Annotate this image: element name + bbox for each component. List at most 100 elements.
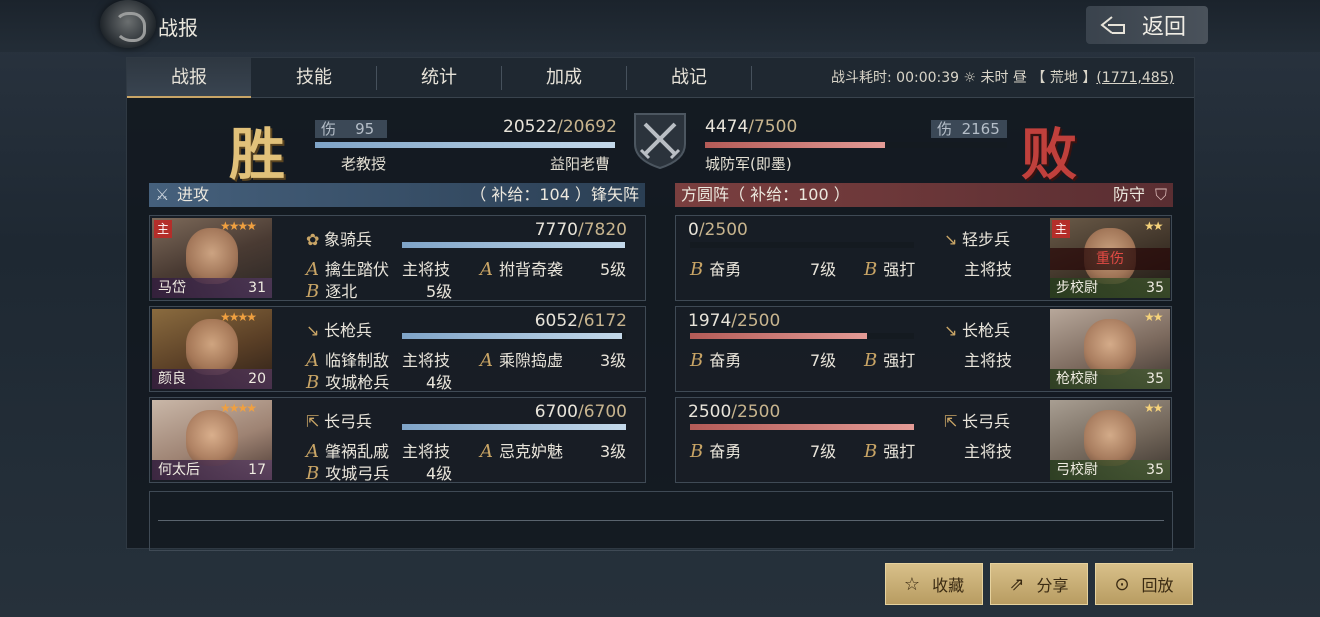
skill-row[interactable]: B 奋勇 [690, 438, 741, 462]
defender-unit-card[interactable]: 1974/2500 ↘ 长枪兵 B 奋勇 7级 B 强打 主将技 ★★ 枪校尉 35 [675, 306, 1172, 392]
favorite-button[interactable]: ☆ 收藏 [885, 563, 983, 605]
attacker-header: ⚔ 进攻 （ 补给：104 ）锋矢阵 [149, 183, 645, 207]
troop-type-label: 轻步兵 [962, 230, 1011, 249]
skill-name: 强打 [883, 442, 916, 461]
skill-grade: B [864, 350, 878, 371]
tab-stats[interactable]: 统计 [377, 58, 501, 98]
general-level: 35 [1146, 462, 1164, 478]
replay-button[interactable]: ⊙ 回放 [1095, 563, 1193, 605]
skill-grade: B [864, 441, 878, 462]
defender-damage: 伤 2165 [931, 120, 1007, 138]
battle-log[interactable] [149, 491, 1173, 551]
defender-unit-card[interactable]: 0/2500 ↘ 轻步兵 B 奋勇 7级 B 强打 主将技 主 ★★ 重伤 步校尉 35 [675, 215, 1172, 301]
skill-row[interactable]: A 拊背奇袭 [480, 256, 563, 280]
skill-name: 拊背奇袭 [499, 260, 564, 279]
unit-troop-bar [402, 242, 626, 248]
share-button[interactable]: ⇗ 分享 [990, 563, 1088, 605]
general-name-bar: 枪校尉 35 [1050, 369, 1170, 389]
general-name-bar: 颜良 20 [152, 369, 272, 389]
tab-divider [751, 66, 752, 90]
skill-tag: 3级 [600, 442, 627, 461]
general-level: 35 [1146, 371, 1164, 387]
share-icon: ⇗ [1009, 573, 1025, 595]
skill-row[interactable]: B 强打 [864, 347, 915, 371]
skill-row[interactable]: B 逐北 [306, 278, 357, 302]
attacker-unit-card[interactable]: ★★★★ 何太后 17 ⇱ 长弓兵 6700/6700 A 肇祸乱戚 主将技 A 忌克妒魅 3级 B 攻城… [149, 397, 646, 484]
skill-row[interactable]: B 奋勇 [690, 347, 741, 371]
skill-row[interactable]: B 强打 [864, 438, 915, 462]
skill-tag: 7级 [810, 442, 837, 461]
time-of-day: 未时 昼 [980, 70, 1027, 86]
skill-row[interactable]: A 肇祸乱戚 [306, 438, 389, 462]
skill-row[interactable]: A 擒生踏伏 [306, 256, 389, 280]
attacker-unit-card[interactable]: ★★★★ 颜良 20 ↘ 长枪兵 6052/6172 A 临锋制敌 主将技 A 乘隙捣虚 3级 B 攻城枪… [149, 306, 646, 393]
portrait-art [186, 319, 238, 375]
favorite-label: 收藏 [932, 576, 965, 595]
skill-tag: 主将技 [402, 351, 451, 370]
skill-tag: 主将技 [964, 351, 1013, 370]
general-name: 步校尉 [1056, 280, 1098, 296]
general-portrait[interactable]: ★★★★ 颜良 20 [152, 309, 272, 389]
unit-troop-bar-fill [402, 242, 625, 248]
defender-troop-bar [705, 142, 1007, 148]
skill-tag: 7级 [810, 260, 837, 279]
duration-value: 00:00:39 [896, 70, 960, 86]
troop-type-label: 象骑兵 [324, 230, 373, 249]
general-name: 枪校尉 [1056, 371, 1098, 387]
coords-link[interactable]: (1771,485) [1096, 70, 1174, 86]
general-portrait[interactable]: ★★ 枪校尉 35 [1050, 309, 1170, 389]
general-portrait[interactable]: 主 ★★★★ 马岱 31 [152, 218, 272, 298]
troops-current: 6052 [534, 311, 578, 331]
skill-row[interactable]: A 忌克妒魅 [480, 438, 563, 462]
tab-skills[interactable]: 技能 [252, 58, 376, 98]
skill-tag: 主将技 [402, 260, 451, 279]
defender-troop-bar-fill [705, 142, 886, 148]
share-label: 分享 [1036, 576, 1069, 595]
skill-row[interactable]: A 乘隙捣虚 [480, 347, 563, 371]
general-portrait[interactable]: ★★ 弓校尉 35 [1050, 400, 1170, 480]
tab-report[interactable]: 战报 [127, 58, 251, 98]
portrait-art [186, 410, 238, 466]
general-portrait[interactable]: 主 ★★ 重伤 步校尉 35 [1050, 218, 1170, 298]
general-level: 17 [248, 462, 266, 478]
game-emblem-icon [100, 0, 156, 48]
troop-type-label: 长弓兵 [962, 412, 1011, 431]
tab-chronicle[interactable]: 战记 [627, 58, 751, 98]
unit-troop-bar [402, 333, 626, 339]
star-rating-icon: ★★★★ [220, 219, 257, 233]
skill-row[interactable]: A 临锋制敌 [306, 347, 389, 371]
unit-troops: 6700/6700 [535, 402, 627, 422]
damage-label: 伤 [321, 120, 337, 138]
troops-max: /7500 [748, 117, 798, 137]
general-portrait[interactable]: ★★★★ 何太后 17 [152, 400, 272, 480]
skill-tag: 4级 [426, 373, 453, 392]
skill-row[interactable]: B 攻城弓兵 [306, 460, 389, 484]
skill-name: 逐北 [325, 282, 358, 301]
skill-row[interactable]: B 奋勇 [690, 256, 741, 280]
skill-row[interactable]: B 强打 [864, 256, 915, 280]
skill-grade: B [306, 281, 320, 302]
troops-max: /2500 [731, 402, 781, 422]
skill-grade: B [690, 259, 704, 280]
damage-value: 2165 [961, 120, 1000, 138]
back-label: 返回 [1141, 15, 1186, 40]
general-name: 颜良 [158, 371, 186, 387]
back-button[interactable]: 返回 [1086, 6, 1208, 44]
star-rating-icon: ★★ [1144, 310, 1163, 324]
general-name: 马岱 [158, 280, 186, 296]
attacker-summary: 伤 95 20522/20692 [315, 117, 617, 148]
main-general-badge: 主 [1052, 220, 1070, 238]
attacker-troop-bar-fill [315, 142, 615, 148]
general-name-bar: 步校尉 35 [1050, 278, 1170, 298]
defender-unit-card[interactable]: 2500/2500 ⇱ 长弓兵 B 奋勇 7级 B 强打 主将技 ★★ 弓校尉 35 [675, 397, 1172, 483]
skill-name: 临锋制敌 [325, 351, 390, 370]
attacker-unit-card[interactable]: 主 ★★★★ 马岱 31 ✿ 象骑兵 7770/7820 A 擒生踏伏 主将技 A 拊背奇袭 5级 B 逐北… [149, 215, 646, 302]
tab-bar: 战报 技能 统计 加成 战记 战斗耗时: 00:00:39 ☼ 未时 昼 【 荒… [127, 58, 1194, 98]
troop-type: ↘ 长枪兵 [944, 317, 1010, 341]
main-general-badge: 主 [154, 220, 172, 238]
tab-bonus[interactable]: 加成 [502, 58, 626, 98]
skill-row[interactable]: B 攻城枪兵 [306, 369, 389, 393]
skill-grade: A [306, 259, 319, 280]
unit-troop-bar-fill [690, 424, 914, 430]
shield-icon: ⛉ [1154, 185, 1167, 204]
